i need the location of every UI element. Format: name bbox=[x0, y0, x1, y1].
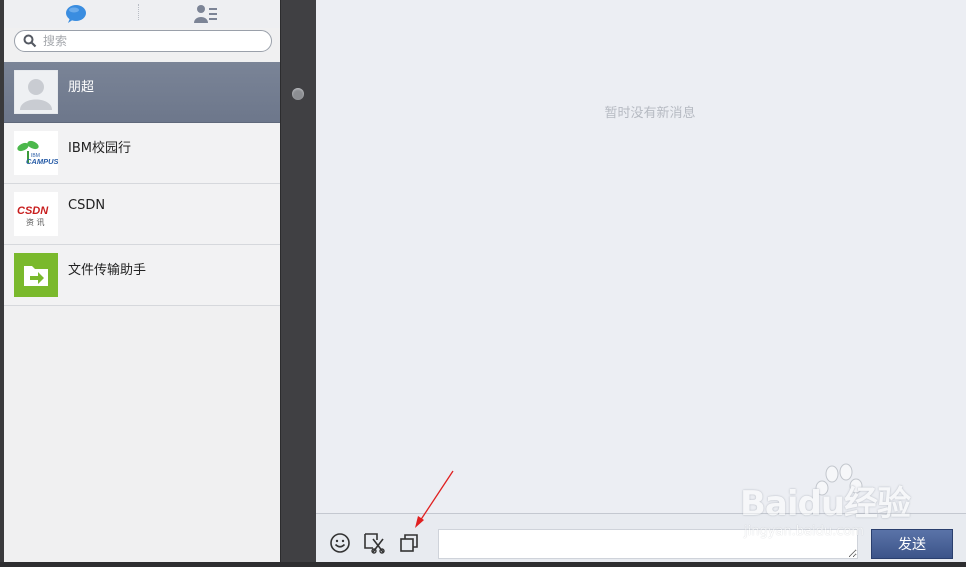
logo-text-news: 资 讯 bbox=[26, 217, 45, 227]
search-box bbox=[14, 30, 272, 52]
chat-bubble-icon bbox=[66, 5, 86, 23]
window-icon bbox=[400, 534, 418, 552]
tab-contacts[interactable] bbox=[186, 2, 226, 26]
splitter-grip-icon[interactable] bbox=[292, 88, 304, 100]
screenshot-button[interactable] bbox=[363, 532, 385, 554]
default-user-avatar bbox=[13, 69, 59, 115]
conversation-name: IBM校园行 bbox=[68, 141, 131, 156]
screenshot-icon bbox=[364, 533, 385, 554]
conversation-name: 文件传输助手 bbox=[68, 263, 147, 278]
watermark-url: jingyan.baidu.com bbox=[744, 524, 864, 539]
tab-divider bbox=[138, 4, 139, 20]
emoji-button[interactable] bbox=[329, 532, 351, 554]
file-transfer-icon bbox=[14, 253, 58, 297]
conversation-list: 朋超 IBM CAMPUS IBM校园行 CSDN 资 讯 CSDN 文件传输助… bbox=[4, 62, 280, 306]
conversation-item-csdn[interactable]: CSDN 资 讯 CSDN bbox=[4, 184, 280, 245]
baidu-watermark: Baidu经验 jingyan.baidu.com bbox=[740, 462, 962, 552]
conversation-item-file-transfer[interactable]: 文件传输助手 bbox=[4, 245, 280, 306]
watermark-brand: Baidu经验 bbox=[740, 484, 911, 524]
contacts-icon bbox=[194, 5, 217, 23]
empty-message: 暂时没有新消息 bbox=[604, 106, 696, 121]
logo-text-campus: CAMPUS bbox=[26, 157, 58, 166]
panel-tabs bbox=[4, 0, 280, 28]
conversation-name: CSDN bbox=[68, 198, 106, 213]
emoji-icon bbox=[330, 533, 350, 553]
conversation-item-ibm-campus[interactable]: IBM CAMPUS IBM校园行 bbox=[4, 123, 280, 184]
ibm-campus-logo: IBM CAMPUS bbox=[14, 131, 59, 175]
conversation-item-pengchao[interactable]: 朋超 bbox=[4, 62, 280, 123]
search-input[interactable] bbox=[43, 34, 253, 48]
conversation-name: 朋超 bbox=[68, 80, 95, 95]
csdn-logo: CSDN 资 讯 bbox=[14, 192, 58, 236]
conversation-panel: 朋超 IBM CAMPUS IBM校园行 CSDN 资 讯 bbox=[4, 0, 280, 562]
panel-splitter[interactable] bbox=[280, 0, 316, 562]
tab-chats[interactable] bbox=[56, 2, 96, 26]
search-icon bbox=[23, 34, 37, 48]
logo-text-csdn: CSDN bbox=[17, 205, 49, 217]
window-button[interactable] bbox=[398, 532, 420, 554]
window-bottom-edge bbox=[0, 562, 966, 567]
